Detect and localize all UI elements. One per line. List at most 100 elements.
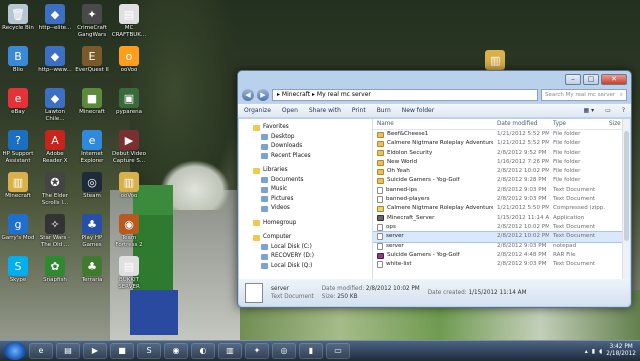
- nav-group-header[interactable]: Favorites: [239, 123, 372, 133]
- title-bar[interactable]: – □ ✕: [238, 71, 631, 87]
- tray-arrow-icon[interactable]: ▴: [585, 348, 588, 355]
- nav-item[interactable]: Downloads: [239, 142, 372, 152]
- column-date-modified[interactable]: Date modified: [493, 119, 549, 129]
- file-row[interactable]: Calmere Nigtmare Roleplay Adventure 1/21/…: [373, 139, 630, 148]
- forward-button[interactable]: ▶: [257, 89, 269, 101]
- skype-taskbar-icon[interactable]: S: [137, 342, 161, 359]
- desktop-icon[interactable]: ♣ Play HP Games: [74, 214, 110, 248]
- file-row[interactable]: New World 1/16/2012 7:26 PM File folder: [373, 158, 630, 167]
- file-row[interactable]: server 2/8/2012 10:02 PM Text Document: [373, 231, 630, 243]
- desktop-icon[interactable]: ◆ http--www...: [37, 46, 73, 74]
- file-row[interactable]: Beef&Cheese1 1/21/2012 5:52 PM File folder: [373, 130, 630, 139]
- nav-item[interactable]: Desktop: [239, 133, 372, 143]
- organize-button[interactable]: Organize: [244, 107, 271, 114]
- nav-item[interactable]: RECOVERY (D:): [239, 252, 372, 262]
- file-row[interactable]: Suicide Gamers - Yog-Golf 2/8/2012 9:28 P…: [373, 176, 630, 185]
- desktop-icon[interactable]: e Internet Explorer: [74, 130, 110, 164]
- nav-item[interactable]: Documents: [239, 176, 372, 186]
- open-button[interactable]: Open: [282, 107, 298, 114]
- desktop-icon[interactable]: ♣ Terraria: [74, 256, 110, 284]
- file-list-scrollbar[interactable]: [622, 119, 630, 279]
- breadcrumb-current[interactable]: My real mc server: [317, 91, 371, 98]
- desktop-icon[interactable]: ✦ CrimeCraft GangWars: [74, 4, 110, 38]
- explorer-taskbar-icon[interactable]: ▤: [56, 342, 80, 359]
- scrollbar-thumb[interactable]: [624, 131, 629, 241]
- app-taskbar-icon[interactable]: ✦: [245, 342, 269, 359]
- view-options-icon[interactable]: ▦ ▾: [584, 107, 595, 114]
- help-icon[interactable]: ?: [622, 107, 625, 114]
- file-row[interactable]: Calmere Nigtmare Roleplay Adventure 1/21/…: [373, 204, 630, 213]
- nav-item[interactable]: Recent Places: [239, 152, 372, 162]
- network-icon[interactable]: ▮: [592, 348, 595, 355]
- file-row[interactable]: Eldolon Security 2/8/2012 9:52 PM File fol…: [373, 149, 630, 158]
- file-row[interactable]: white-list 2/8/2012 9:03 PM Text Document: [373, 260, 630, 269]
- burn-button[interactable]: Burn: [377, 107, 391, 114]
- desktop-icon[interactable]: ■ Minecraft: [74, 88, 110, 116]
- desktop-icon[interactable]: ✿ Snapfish: [37, 256, 73, 284]
- desktop-icon[interactable]: ▥ Minecraft: [0, 172, 36, 200]
- breadcrumb-minecraft[interactable]: Minecraft: [282, 91, 310, 98]
- nav-item[interactable]: Local Disk (Q:): [239, 262, 372, 272]
- volume-icon[interactable]: ◖: [599, 348, 602, 355]
- desktop-icon[interactable]: g Garry's Mod: [0, 214, 36, 242]
- minecraft-taskbar-icon[interactable]: ■: [110, 342, 134, 359]
- nav-item[interactable]: Videos: [239, 204, 372, 214]
- desktop-icon[interactable]: A Adobe Reader X: [37, 130, 73, 164]
- desktop-icon[interactable]: E EverQuest II: [74, 46, 110, 74]
- file-row[interactable]: ops 2/8/2012 10:02 PM Text Document: [373, 223, 630, 232]
- steam-taskbar-icon[interactable]: ◎: [272, 342, 296, 359]
- search-input[interactable]: Search My real mc server ⌕: [541, 89, 627, 101]
- file-row[interactable]: Suicide Gamers - Yog-Golf 2/8/2012 4:48 P…: [373, 251, 630, 260]
- desktop-icon[interactable]: ✧ Star Wars - The Old ...: [37, 214, 73, 248]
- nav-item[interactable]: Music: [239, 185, 372, 195]
- desktop-icon[interactable]: S Skype: [0, 256, 36, 284]
- desktop-icon[interactable]: o ooVoo: [111, 46, 147, 74]
- desktop-icon[interactable]: ◆ http--elite...: [37, 4, 73, 32]
- file-row[interactable]: Oh Yeah 2/8/2012 10:02 PM File folder: [373, 167, 630, 176]
- desktop-icon[interactable]: ◆ Lawton Chile...: [37, 88, 73, 122]
- notepad-taskbar-icon[interactable]: ▭: [326, 342, 350, 359]
- minimize-button[interactable]: –: [565, 73, 581, 85]
- share-with-button[interactable]: Share with: [309, 107, 341, 114]
- desktop-icon[interactable]: ▣ pyparena: [111, 88, 147, 116]
- file-row[interactable]: banned-ips 2/8/2012 9:03 PM Text Document: [373, 186, 630, 195]
- desktop-icon[interactable]: ▤ MC CRAFTBUK...: [111, 4, 147, 38]
- desktop-icon[interactable]: ▥ ooVoo: [111, 172, 147, 200]
- close-button[interactable]: ✕: [601, 73, 627, 85]
- desktop-icon[interactable]: ▤ BUKKIT SERVER: [111, 256, 147, 290]
- desktop-icon[interactable]: B Blio: [0, 46, 36, 74]
- file-type: notepad: [553, 242, 577, 249]
- nav-item[interactable]: Pictures: [239, 195, 372, 205]
- cmd-taskbar-icon[interactable]: ▮: [299, 342, 323, 359]
- ie-taskbar-icon[interactable]: e: [29, 342, 53, 359]
- app-icon: g: [8, 214, 28, 234]
- address-bar[interactable]: ▸ Minecraft ▸ My real mc server: [272, 89, 538, 101]
- nav-group-header[interactable]: Libraries: [239, 166, 372, 176]
- folder-taskbar-icon[interactable]: ▥: [218, 342, 242, 359]
- print-button[interactable]: Print: [352, 107, 366, 114]
- desktop-icon[interactable]: e eBay: [0, 88, 36, 116]
- firefox-taskbar-icon[interactable]: ◐: [191, 342, 215, 359]
- desktop-icon[interactable]: ▶ Debut Video Capture S...: [111, 130, 147, 164]
- file-row[interactable]: banned-players 2/8/2012 9:03 PM Text Docum…: [373, 195, 630, 204]
- new-folder-button[interactable]: New folder: [402, 107, 434, 114]
- back-button[interactable]: ◀: [242, 89, 254, 101]
- nav-group-header[interactable]: Computer: [239, 233, 372, 243]
- desktop-icon[interactable]: ◎ Steam: [74, 172, 110, 200]
- column-name[interactable]: Name: [373, 119, 493, 129]
- chrome-taskbar-icon[interactable]: ◉: [164, 342, 188, 359]
- maximize-button[interactable]: □: [583, 73, 599, 85]
- nav-group-header[interactable]: Homegroup: [239, 219, 372, 229]
- clock[interactable]: 3:42 PM 2/18/2012: [606, 344, 636, 358]
- desktop-icon[interactable]: ? HP Support Assistant: [0, 130, 36, 164]
- desktop-icon[interactable]: ◉ Team Fortress 2: [111, 214, 147, 248]
- desktop-icon[interactable]: 🗑 Recycle Bin: [0, 4, 36, 32]
- file-row[interactable]: Minecraft_Server 1/15/2012 11:14 AM Applic…: [373, 214, 630, 223]
- column-type[interactable]: Type: [549, 119, 605, 129]
- nav-item[interactable]: Local Disk (C:): [239, 243, 372, 253]
- desktop-icon[interactable]: ✪ The Elder Scrolls I...: [37, 172, 73, 206]
- media-player-taskbar-icon[interactable]: ▶: [83, 342, 107, 359]
- preview-pane-icon[interactable]: ▭: [605, 107, 611, 114]
- file-row[interactable]: server 2/8/2012 9:03 PM notepad: [373, 242, 630, 251]
- start-button[interactable]: [4, 341, 26, 360]
